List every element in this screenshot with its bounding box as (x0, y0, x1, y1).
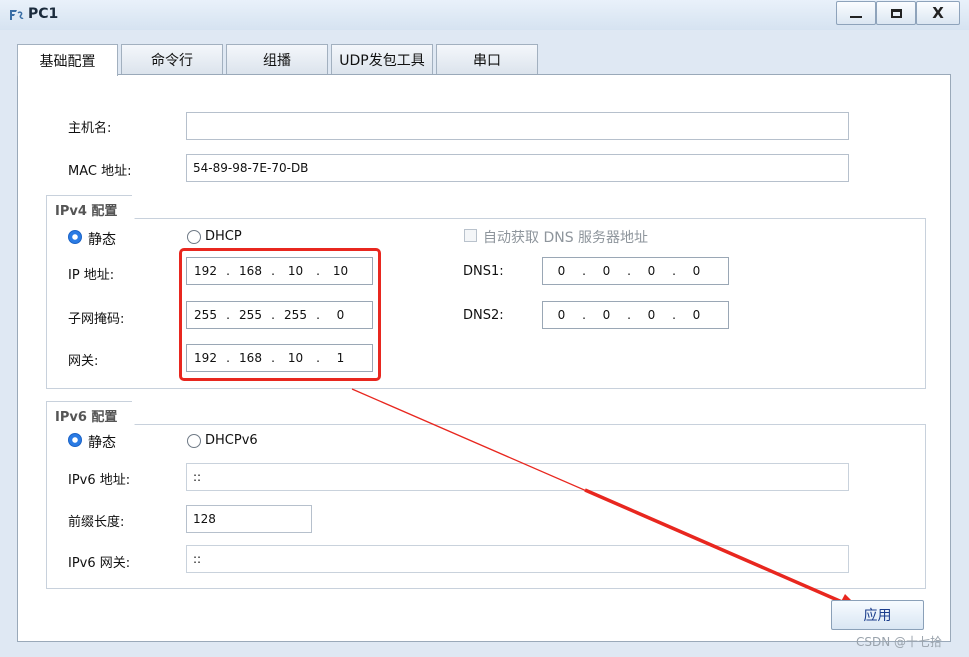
ipv4-dhcp-label: DHCP (205, 229, 242, 244)
tab-udp-tool[interactable]: UDP发包工具 (331, 44, 433, 75)
ipv4-static-label: 静态 (88, 232, 116, 248)
dns1-label: DNS1: (463, 264, 504, 279)
tab-multicast[interactable]: 组播 (226, 44, 328, 75)
ip-label: IP 地址: (68, 268, 115, 283)
pc-app-icon (10, 10, 24, 20)
gateway-label: 网关: (68, 354, 99, 369)
mask-label: 子网掩码: (68, 312, 125, 327)
ip-dot: . (672, 308, 676, 322)
ipv4-group-tab-edge (132, 195, 150, 219)
title-bar (0, 0, 969, 30)
ip-dot: . (627, 264, 631, 278)
ip-dot: . (672, 264, 676, 278)
close-icon: X (932, 3, 944, 22)
ipv4-static-radio[interactable] (68, 230, 82, 244)
ipv6-group-tab-edge (132, 401, 150, 425)
maximize-icon (890, 8, 902, 18)
tab-basic-config[interactable]: 基础配置 (17, 44, 118, 76)
ip-dot: . (582, 264, 586, 278)
dns1-octet-2: 0 (602, 264, 611, 278)
ipv6-gateway-input[interactable]: :: (186, 545, 849, 573)
close-button[interactable]: X (916, 1, 960, 25)
ipv6-dhcp-label: DHCPv6 (205, 433, 258, 448)
ipv4-group-title: IPv4 配置 (46, 195, 132, 219)
window-title: PC1 (28, 6, 59, 22)
minimize-button[interactable] (836, 1, 876, 25)
watermark-text: CSDN @十七拾 (856, 635, 943, 649)
ipv6-dhcp-radio[interactable] (187, 434, 201, 448)
ipv6-address-input[interactable]: :: (186, 463, 849, 491)
maximize-button[interactable] (876, 1, 916, 25)
prefix-length-input[interactable]: 128 (186, 505, 312, 533)
ipv6-static-label: 静态 (88, 435, 116, 451)
dns2-label: DNS2: (463, 308, 504, 323)
mac-input[interactable]: 54-89-98-7E-70-DB (186, 154, 849, 182)
dns2-octet-2: 0 (602, 308, 611, 322)
prefix-length-label: 前缀长度: (68, 515, 125, 530)
apply-button[interactable]: 应用 (831, 600, 924, 630)
ipv6-gateway-label: IPv6 网关: (68, 556, 131, 571)
tab-serial[interactable]: 串口 (436, 44, 538, 75)
mac-label: MAC 地址: (68, 164, 132, 179)
ipv6-address-label: IPv6 地址: (68, 473, 131, 488)
annotation-highlight-box (179, 248, 381, 381)
dns1-input[interactable]: 0. 0. 0. 0 (542, 257, 729, 285)
hostname-input[interactable] (186, 112, 849, 140)
dns1-octet-3: 0 (647, 264, 656, 278)
ip-dot: . (582, 308, 586, 322)
ip-dot: . (627, 308, 631, 322)
ipv6-static-radio[interactable] (68, 433, 82, 447)
dns1-octet-1: 0 (557, 264, 566, 278)
minimize-icon (850, 16, 862, 18)
auto-dns-checkbox[interactable] (464, 229, 477, 242)
hostname-label: 主机名: (68, 121, 112, 136)
ipv4-dhcp-radio[interactable] (187, 230, 201, 244)
dns2-octet-1: 0 (557, 308, 566, 322)
dns2-octet-3: 0 (647, 308, 656, 322)
dns2-input[interactable]: 0. 0. 0. 0 (542, 301, 729, 329)
ipv6-group-title: IPv6 配置 (46, 401, 132, 425)
auto-dns-label: 自动获取 DNS 服务器地址 (483, 230, 649, 246)
dns1-octet-4: 0 (692, 264, 701, 278)
tab-command-line[interactable]: 命令行 (121, 44, 223, 75)
dns2-octet-4: 0 (692, 308, 701, 322)
